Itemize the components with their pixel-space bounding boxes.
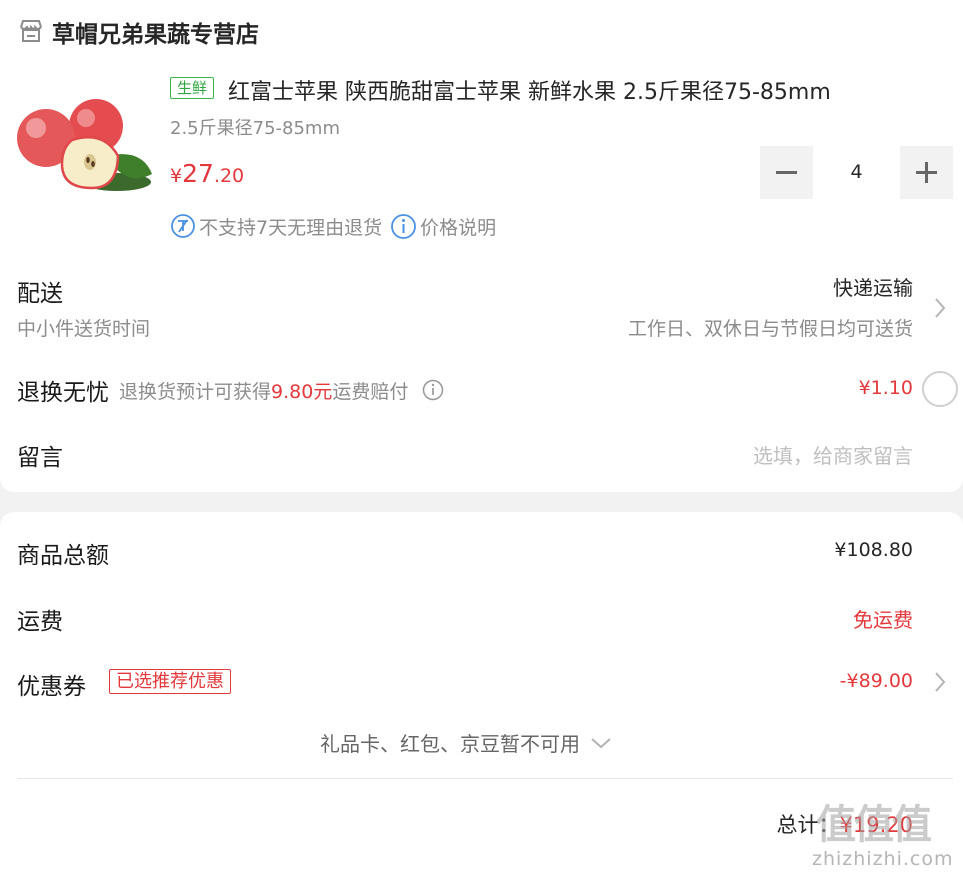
increase-button[interactable]: [900, 146, 953, 199]
delivery-method[interactable]: 快递运输: [833, 272, 913, 301]
store-name[interactable]: 草帽兄弟果蔬专营店: [52, 15, 259, 49]
delivery-schedule: 工作日、双休日与节假日均可送货: [627, 318, 913, 340]
shipping-label: 运费: [17, 609, 63, 635]
product-price: ¥27.20: [170, 159, 244, 188]
watermark-logo: 值值值: [816, 802, 932, 848]
return-insurance-desc-pre: 退换货预计可获得: [119, 380, 272, 403]
return-insurance-price: ¥1.10: [858, 377, 913, 399]
quantity-input[interactable]: 4: [815, 146, 898, 199]
no-return-icon: [171, 214, 195, 238]
coupon-badge: 已选推荐优惠: [109, 669, 231, 694]
chevron-right-icon[interactable]: [933, 671, 947, 693]
price-decimal: .20: [213, 165, 245, 187]
product-title[interactable]: 红富士苹果 陕西脆甜富士苹果 新鲜水果 2.5斤果径75-85mm: [228, 74, 831, 106]
return-insurance-row: 退换无忧 退换货预计可获得 9.80元 运费赔付: [17, 373, 444, 407]
shipping-value: 免运费: [853, 608, 913, 632]
goods-total-value: ¥108.80: [834, 539, 913, 561]
message-input[interactable]: 选填，给商家留言: [753, 440, 913, 469]
watermark-url: zhizhizhi.com: [812, 848, 954, 870]
store-icon: [20, 20, 42, 42]
return-insurance-amount: 9.80元: [271, 380, 333, 403]
price-currency: ¥: [170, 165, 183, 187]
price-integer: 27: [182, 159, 214, 188]
coupon-label: 优惠券: [17, 674, 86, 700]
chevron-right-icon[interactable]: [933, 297, 947, 319]
goods-total-label: 商品总额: [17, 543, 109, 569]
coupon-value[interactable]: -¥89.00: [840, 670, 913, 692]
message-label: 留言: [17, 445, 63, 471]
quantity-stepper: 4: [760, 146, 953, 199]
price-note-link[interactable]: 价格说明: [420, 213, 496, 240]
info-icon[interactable]: [422, 379, 444, 401]
divider: [17, 778, 953, 779]
decrease-button[interactable]: [760, 146, 813, 199]
return-insurance-desc-post: 运费赔付: [332, 380, 409, 403]
product-image[interactable]: [14, 96, 154, 196]
unavailable-toggle[interactable]: 礼品卡、红包、京豆暂不可用: [320, 728, 612, 757]
return-insurance-label: 退换无忧: [17, 380, 109, 406]
return-policy-text: 不支持7天无理由退货: [199, 216, 383, 239]
unavailable-text: 礼品卡、红包、京豆暂不可用: [320, 732, 580, 756]
return-insurance-checkbox[interactable]: [922, 371, 958, 407]
order-item-card: 草帽兄弟果蔬专营店 生鲜 红富士苹果 陕西脆甜富士苹果 新鲜水果 2.5斤果径7…: [0, 0, 963, 492]
chevron-down-icon: [591, 737, 611, 748]
delivery-sublabel: 中小件送货时间: [17, 318, 151, 340]
delivery-label: 配送: [17, 281, 63, 307]
minus-icon: [776, 171, 797, 174]
info-icon[interactable]: [390, 213, 417, 240]
fresh-tag: 生鲜: [170, 77, 214, 99]
product-notes: 不支持7天无理由退货 价格说明: [170, 212, 496, 240]
product-spec[interactable]: 2.5斤果径75-85mm: [170, 114, 340, 140]
